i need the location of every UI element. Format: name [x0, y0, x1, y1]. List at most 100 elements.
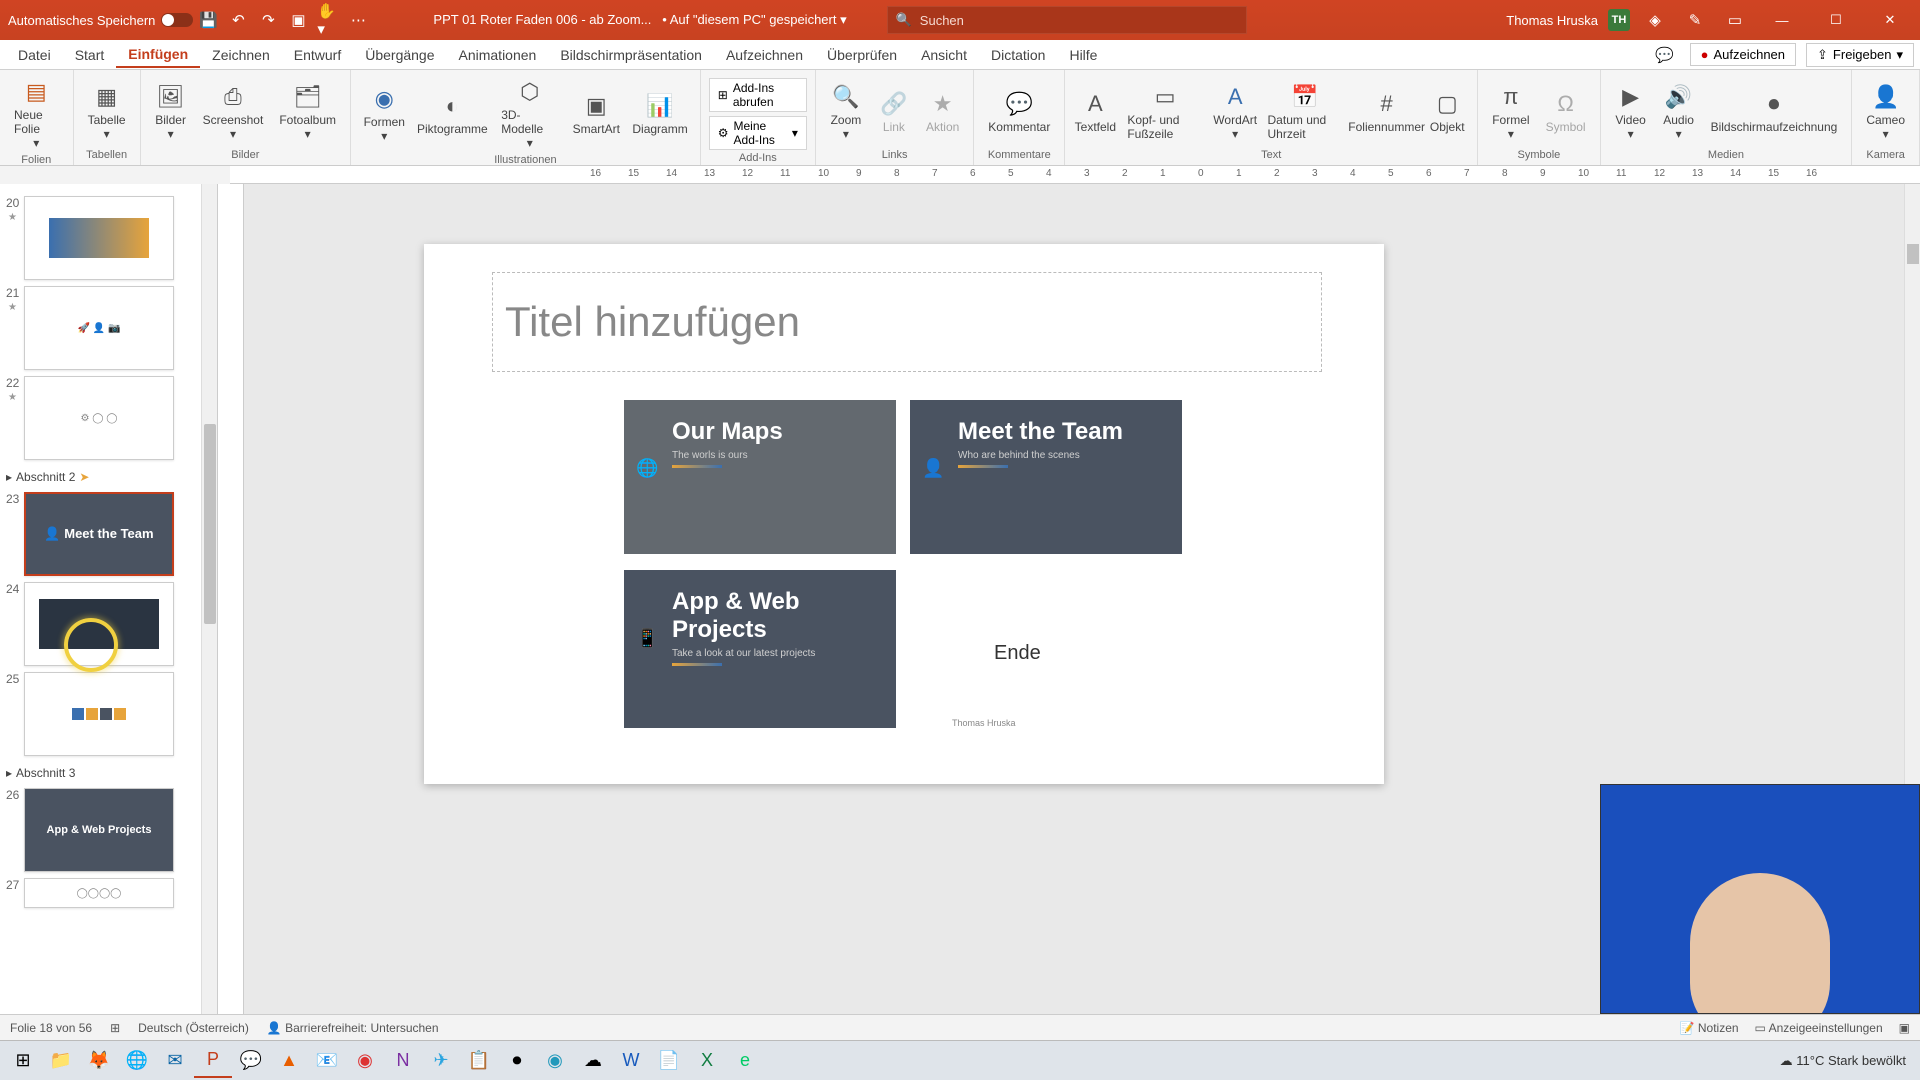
- tool-kopfzeile[interactable]: ▭Kopf- und Fußzeile: [1121, 74, 1209, 147]
- menu-ansicht[interactable]: Ansicht: [909, 43, 979, 67]
- menu-einfuegen[interactable]: Einfügen: [116, 42, 200, 68]
- taskbar-chrome[interactable]: 🌐: [118, 1044, 156, 1078]
- menu-uebergaenge[interactable]: Übergänge: [353, 43, 446, 67]
- tool-wordart[interactable]: AWordArt▾: [1213, 74, 1258, 147]
- tool-fotoalbum[interactable]: 🗂Fotoalbum▾: [273, 74, 342, 147]
- slide-thumb-21[interactable]: 21★🚀 👤 📷: [24, 286, 213, 370]
- taskbar-app4[interactable]: 📋: [460, 1044, 498, 1078]
- tile-app-web[interactable]: 📱 App & Web Projects Take a look at our …: [624, 570, 896, 728]
- status-display[interactable]: ▭ Anzeigeeinstellungen: [1755, 1021, 1883, 1035]
- taskbar-outlook[interactable]: ✉: [156, 1044, 194, 1078]
- autosave-toggle[interactable]: Automatisches Speichern: [8, 13, 193, 28]
- view-normal-icon[interactable]: ▣: [1899, 1021, 1910, 1035]
- toggle-switch[interactable]: [161, 13, 193, 27]
- start-button[interactable]: ⊞: [4, 1044, 42, 1078]
- menu-ueberpruefen[interactable]: Überprüfen: [815, 43, 909, 67]
- slide-panel[interactable]: 20★ 21★🚀 👤 📷 22★⚙ ◯ ◯ ▸ Abschnitt 2 ➤ 23…: [0, 184, 218, 1014]
- comments-icon[interactable]: 💬: [1654, 44, 1676, 66]
- tool-tabelle[interactable]: ▦Tabelle▾: [82, 74, 132, 147]
- status-language[interactable]: Deutsch (Österreich): [138, 1021, 249, 1035]
- user-avatar[interactable]: TH: [1608, 9, 1630, 31]
- tool-bildschirmauf[interactable]: ⏺Bildschirmaufzeichnung: [1705, 74, 1844, 147]
- menu-hilfe[interactable]: Hilfe: [1057, 43, 1109, 67]
- slide-thumb-27[interactable]: 27◯◯◯◯: [24, 878, 213, 908]
- end-text[interactable]: Ende: [994, 642, 1041, 665]
- slide-thumb-22[interactable]: 22★⚙ ◯ ◯: [24, 376, 213, 460]
- menu-dictation[interactable]: Dictation: [979, 43, 1057, 67]
- bell-icon[interactable]: ✎: [1684, 9, 1706, 31]
- status-accessibility[interactable]: 👤 Barrierefreiheit: Untersuchen: [267, 1021, 439, 1035]
- more-qat-icon[interactable]: ⋯: [347, 9, 369, 31]
- share-button[interactable]: ⇪Freigeben▾: [1806, 43, 1914, 67]
- tool-textfeld[interactable]: ATextfeld: [1073, 74, 1117, 147]
- title-placeholder[interactable]: Titel hinzufügen: [492, 272, 1322, 372]
- tool-formel[interactable]: πFormel▾: [1486, 74, 1535, 147]
- menu-bildschirm[interactable]: Bildschirmpräsentation: [548, 43, 714, 67]
- touch-icon[interactable]: ✋▾: [317, 9, 339, 31]
- tile-our-maps[interactable]: 🌐 Our Maps The worls is ours: [624, 400, 896, 554]
- taskbar-explorer[interactable]: 📁: [42, 1044, 80, 1078]
- taskbar-app2[interactable]: 📧: [308, 1044, 346, 1078]
- taskbar-app3[interactable]: ◉: [346, 1044, 384, 1078]
- taskbar-onenote[interactable]: N: [384, 1044, 422, 1078]
- taskbar-powerpoint[interactable]: P: [194, 1044, 232, 1078]
- tile-meet-team[interactable]: 👤 Meet the Team Who are behind the scene…: [910, 400, 1182, 554]
- status-notes[interactable]: 📝 Notizen: [1680, 1021, 1739, 1035]
- slide-thumb-23[interactable]: 23👤 Meet the Team: [24, 492, 213, 576]
- taskbar-telegram[interactable]: ✈: [422, 1044, 460, 1078]
- taskbar-app6[interactable]: ☁: [574, 1044, 612, 1078]
- slide[interactable]: Titel hinzufügen 🌐 Our Maps The worls is…: [424, 244, 1384, 784]
- menu-start[interactable]: Start: [63, 43, 117, 67]
- slide-thumb-20[interactable]: 20★: [24, 196, 213, 280]
- maximize-button[interactable]: ☐: [1814, 0, 1858, 40]
- tool-addins-my[interactable]: ⚙ Meine Add-Ins ▾: [709, 116, 807, 150]
- taskbar-obs[interactable]: ⏺: [498, 1044, 536, 1078]
- taskbar-word[interactable]: W: [612, 1044, 650, 1078]
- slide-thumb-26[interactable]: 26App & Web Projects: [24, 788, 213, 872]
- taskbar-firefox[interactable]: 🦊: [80, 1044, 118, 1078]
- undo-icon[interactable]: ↶: [227, 9, 249, 31]
- tool-formen[interactable]: ◉Formen▾: [359, 74, 409, 152]
- taskbar-excel[interactable]: X: [688, 1044, 726, 1078]
- record-button[interactable]: ●Aufzeichnen: [1690, 43, 1796, 66]
- tool-audio[interactable]: 🔊Audio▾: [1657, 74, 1701, 147]
- menu-entwurf[interactable]: Entwurf: [282, 43, 353, 67]
- save-icon[interactable]: 💾: [197, 9, 219, 31]
- close-button[interactable]: ✕: [1868, 0, 1912, 40]
- search-input[interactable]: 🔍 Suchen: [887, 6, 1247, 34]
- tool-objekt[interactable]: ▢Objekt: [1425, 74, 1469, 147]
- minimize-button[interactable]: —: [1760, 0, 1804, 40]
- tool-diagramm[interactable]: 📊Diagramm: [628, 74, 691, 152]
- tool-addins-get[interactable]: ⊞ Add-Ins abrufen: [709, 78, 807, 112]
- tool-3d[interactable]: ⬡3D-Modelle▾: [495, 74, 564, 152]
- taskbar-app1[interactable]: 💬: [232, 1044, 270, 1078]
- tool-kommentar[interactable]: 💬Kommentar: [982, 74, 1056, 147]
- window-mode-icon[interactable]: ▭: [1724, 9, 1746, 31]
- tool-piktogramme[interactable]: ◐Piktogramme: [413, 74, 491, 152]
- taskbar-vlc[interactable]: ▲: [270, 1044, 308, 1078]
- tool-datum[interactable]: 📅Datum und Uhrzeit: [1262, 74, 1349, 147]
- present-icon[interactable]: ▣: [287, 9, 309, 31]
- section-3-header[interactable]: ▸ Abschnitt 3: [4, 762, 213, 782]
- menu-zeichnen[interactable]: Zeichnen: [200, 43, 282, 67]
- menu-animationen[interactable]: Animationen: [447, 43, 549, 67]
- slide-panel-scrollbar[interactable]: [201, 184, 217, 1014]
- tool-screenshot[interactable]: ⎙Screenshot▾: [197, 74, 270, 147]
- sync-icon[interactable]: ◈: [1644, 9, 1666, 31]
- slide-thumb-24[interactable]: 24: [24, 582, 213, 666]
- section-2-header[interactable]: ▸ Abschnitt 2 ➤: [4, 466, 213, 486]
- tool-smartart[interactable]: ▣SmartArt: [568, 74, 624, 152]
- slide-thumb-25[interactable]: 25: [24, 672, 213, 756]
- tool-zoom[interactable]: 🔍Zoom▾: [824, 74, 868, 147]
- tool-foliennummer[interactable]: #Foliennummer: [1352, 74, 1421, 147]
- tool-bilder[interactable]: 🖼Bilder▾: [149, 74, 193, 147]
- taskbar-app7[interactable]: 📄: [650, 1044, 688, 1078]
- taskbar-app5[interactable]: ◉: [536, 1044, 574, 1078]
- tool-video[interactable]: ▶Video▾: [1609, 74, 1653, 147]
- menu-datei[interactable]: Datei: [6, 43, 63, 67]
- taskbar-edge[interactable]: e: [726, 1044, 764, 1078]
- weather-widget[interactable]: ☁ 11°C Stark bewölkt: [1780, 1053, 1906, 1069]
- tool-cameo[interactable]: 👤Cameo▾: [1860, 74, 1911, 147]
- redo-icon[interactable]: ↷: [257, 9, 279, 31]
- menu-aufzeichnen[interactable]: Aufzeichnen: [714, 43, 815, 67]
